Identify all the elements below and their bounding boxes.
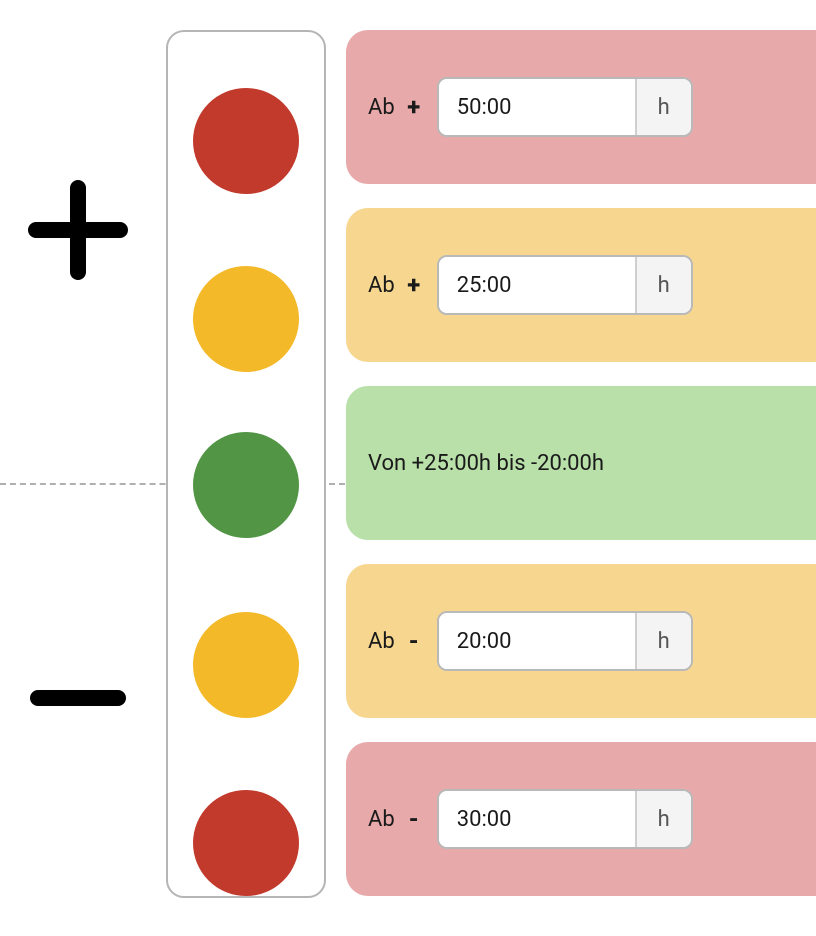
red-dot-bot	[193, 790, 299, 896]
sign-label: +	[405, 93, 423, 121]
traffic-light-column	[166, 30, 326, 898]
threshold-card-yellow-bot: Ab - h	[346, 564, 816, 718]
threshold-card-yellow-top: Ab + h	[346, 208, 816, 362]
unit-label: h	[635, 791, 691, 847]
plus-icon	[18, 180, 138, 280]
threshold-card-green: Von +25:00h bis -20:00h	[346, 386, 816, 540]
ab-label: Ab	[368, 807, 395, 832]
sign-label: -	[405, 805, 423, 833]
time-input-group: h	[437, 611, 693, 671]
threshold-card-red-bot: Ab - h	[346, 742, 816, 896]
ab-label: Ab	[368, 273, 395, 298]
unit-label: h	[635, 257, 691, 313]
time-input-group: h	[437, 255, 693, 315]
time-input-group: h	[437, 789, 693, 849]
threshold-input-yellow-bot[interactable]	[439, 613, 635, 669]
time-input-group: h	[437, 77, 693, 137]
threshold-input-red-top[interactable]	[439, 79, 635, 135]
yellow-dot-top	[193, 266, 299, 372]
unit-label: h	[635, 79, 691, 135]
green-range-text: Von +25:00h bis -20:00h	[368, 451, 604, 476]
sign-label: -	[405, 627, 423, 655]
unit-label: h	[635, 613, 691, 669]
minus-icon	[18, 648, 138, 748]
yellow-dot-bot	[193, 612, 299, 718]
threshold-input-yellow-top[interactable]	[439, 257, 635, 313]
sign-label: +	[405, 271, 423, 299]
threshold-card-red-top: Ab + h	[346, 30, 816, 184]
red-dot-top	[193, 88, 299, 194]
ab-label: Ab	[368, 629, 395, 654]
green-dot	[193, 432, 299, 538]
threshold-input-red-bot[interactable]	[439, 791, 635, 847]
ab-label: Ab	[368, 95, 395, 120]
